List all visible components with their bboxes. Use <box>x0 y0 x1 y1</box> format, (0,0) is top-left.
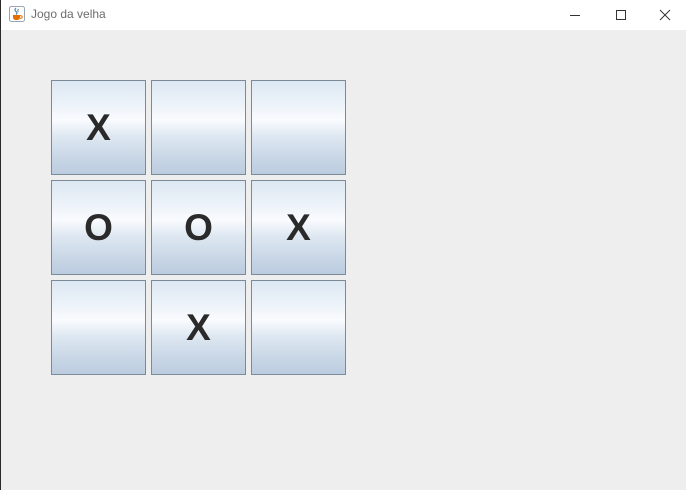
content-pane: X O O X X <box>1 30 686 490</box>
minimize-button[interactable] <box>552 0 598 30</box>
close-icon <box>659 6 671 25</box>
title-bar[interactable]: Jogo da velha <box>1 0 686 30</box>
board-cell-6[interactable]: X <box>251 180 346 275</box>
tic-tac-toe-board: X O O X X <box>51 80 351 380</box>
board-cell-4[interactable]: O <box>51 180 146 275</box>
board-cell-2[interactable] <box>151 80 246 175</box>
close-button[interactable] <box>642 0 686 30</box>
board-cell-5[interactable]: O <box>151 180 246 275</box>
java-cup-icon <box>9 6 25 22</box>
maximize-button[interactable] <box>598 0 644 30</box>
maximize-icon <box>615 6 627 25</box>
board-cell-3[interactable] <box>251 80 346 175</box>
app-window: Jogo da velha X O O X X <box>0 0 686 490</box>
window-title: Jogo da velha <box>31 7 106 21</box>
minimize-icon <box>569 6 581 25</box>
board-cell-7[interactable] <box>51 280 146 375</box>
board-cell-1[interactable]: X <box>51 80 146 175</box>
board-cell-8[interactable]: X <box>151 280 246 375</box>
board-cell-9[interactable] <box>251 280 346 375</box>
